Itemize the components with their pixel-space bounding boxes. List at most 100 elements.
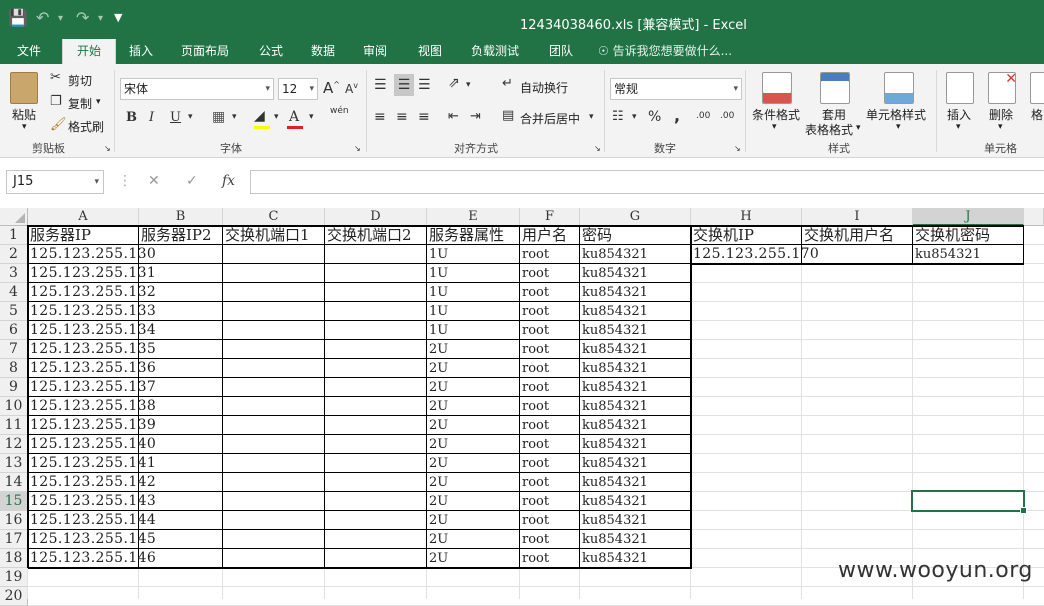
header-cell-D[interactable]: 交换机端口2 — [325, 226, 412, 245]
format-cells-icon[interactable] — [1030, 72, 1044, 104]
cell-server-attr[interactable]: 1U — [427, 264, 448, 283]
conditional-formatting-button[interactable]: 条件格式 — [752, 106, 800, 123]
column-header-A[interactable]: A — [28, 208, 139, 226]
cell-password[interactable]: ku854321 — [580, 264, 648, 283]
cell-password[interactable]: ku854321 — [580, 359, 648, 378]
decrease-decimal-button[interactable]: .00 — [720, 111, 734, 121]
cell-user[interactable]: root — [520, 435, 549, 454]
fill-color-icon[interactable]: ◢ — [254, 108, 265, 124]
row-header-17[interactable]: 17 — [0, 530, 28, 549]
cell-switch-ip[interactable]: 125.123.255.170 — [691, 245, 819, 264]
delete-cells-button[interactable]: 删除 — [989, 106, 1013, 123]
undo-icon[interactable]: ↶ — [36, 8, 49, 27]
insert-dropdown-icon[interactable]: ▾ — [956, 122, 961, 132]
borders-dropdown-icon[interactable]: ▾ — [232, 112, 237, 122]
merge-center-icon[interactable]: ▤ — [502, 108, 514, 123]
cell-server-attr[interactable]: 2U — [427, 340, 448, 359]
cell-server-ip[interactable]: 125.123.255.136 — [28, 359, 156, 378]
cell-server-attr[interactable]: 2U — [427, 435, 448, 454]
increase-decimal-button[interactable]: .00 — [696, 111, 710, 121]
tab-insert[interactable]: 插入 — [118, 39, 164, 64]
merge-dropdown-icon[interactable]: ▾ — [589, 112, 594, 122]
delete-dropdown-icon[interactable]: ▾ — [998, 122, 1003, 132]
cell-server-attr[interactable]: 1U — [427, 283, 448, 302]
delete-cells-icon[interactable]: ✕ — [988, 71, 1017, 104]
cell-server-attr[interactable]: 1U — [427, 321, 448, 340]
align-top-icon[interactable]: ☰ — [374, 77, 387, 93]
format-cells-button[interactable]: 格 — [1031, 106, 1043, 123]
formula-input[interactable] — [250, 170, 1044, 194]
align-left-icon[interactable]: ≡ — [374, 109, 386, 125]
percent-button[interactable]: % — [648, 109, 661, 125]
cell-user[interactable]: root — [520, 492, 549, 511]
decrease-indent-icon[interactable]: ⇤ — [448, 109, 459, 124]
cell-user[interactable]: root — [520, 264, 549, 283]
save-icon[interactable]: 💾 — [8, 8, 28, 27]
paste-dropdown-icon[interactable]: ▾ — [22, 122, 27, 132]
column-header-E[interactable]: E — [427, 208, 520, 226]
accounting-format-icon[interactable]: ☷ — [612, 109, 624, 124]
cell-user[interactable]: root — [520, 378, 549, 397]
header-cell-A[interactable]: 服务器IP — [28, 226, 91, 245]
cell-user[interactable]: root — [520, 397, 549, 416]
clipboard-launcher-icon[interactable]: ↘ — [104, 144, 111, 153]
select-all-corner[interactable] — [0, 208, 28, 226]
cell-server-ip[interactable]: 125.123.255.131 — [28, 264, 156, 283]
cell-user[interactable]: root — [520, 359, 549, 378]
cell-server-ip[interactable]: 125.123.255.134 — [28, 321, 156, 340]
column-header-D[interactable]: D — [325, 208, 427, 226]
cell-server-ip[interactable]: 125.123.255.133 — [28, 302, 156, 321]
underline-button[interactable]: U — [170, 110, 181, 125]
header-cell-E[interactable]: 服务器属性 — [427, 226, 504, 245]
shrink-font-icon[interactable]: Av — [345, 81, 358, 96]
header-cell-F[interactable]: 用户名 — [520, 226, 567, 245]
format-table-dropdown-icon[interactable]: ▾ — [856, 123, 861, 133]
increase-indent-icon[interactable]: ⇥ — [470, 109, 481, 124]
row-header-11[interactable]: 11 — [0, 416, 28, 435]
cell-server-ip[interactable]: 125.123.255.138 — [28, 397, 156, 416]
cell-user[interactable]: root — [520, 511, 549, 530]
orientation-icon[interactable]: ⇗ — [448, 75, 460, 91]
column-header-partial[interactable] — [1024, 208, 1044, 226]
cell-styles-button[interactable]: 单元格样式 — [866, 106, 926, 123]
cell-user[interactable]: root — [520, 454, 549, 473]
customize-qat-icon[interactable]: ▼ — [114, 11, 122, 24]
row-header-19[interactable]: 19 — [0, 568, 28, 587]
column-header-H[interactable]: H — [691, 208, 802, 226]
format-as-table-icon[interactable] — [820, 72, 850, 104]
insert-function-icon[interactable]: fx — [222, 173, 235, 189]
cell-password[interactable]: ku854321 — [580, 530, 648, 549]
alignment-launcher-icon[interactable]: ↘ — [594, 144, 601, 153]
cell-server-attr[interactable]: 2U — [427, 473, 448, 492]
cell-password[interactable]: ku854321 — [580, 245, 648, 264]
header-cell-J[interactable]: 交换机密码 — [913, 226, 990, 245]
cell-server-ip[interactable]: 125.123.255.135 — [28, 340, 156, 359]
number-launcher-icon[interactable]: ↘ — [734, 144, 741, 153]
column-header-J[interactable]: J — [913, 208, 1024, 226]
font-size-select[interactable]: 12 ▾ — [278, 78, 318, 100]
format-painter-button[interactable]: 格式刷 — [68, 118, 104, 135]
align-bottom-icon[interactable]: ☰ — [418, 77, 431, 93]
copy-dropdown-icon[interactable]: ▾ — [96, 97, 101, 107]
row-header-3[interactable]: 3 — [0, 264, 28, 283]
cut-button[interactable]: 剪切 — [68, 72, 92, 89]
cell-user[interactable]: root — [520, 302, 549, 321]
redo-icon[interactable]: ↷ — [76, 8, 89, 27]
header-cell-H[interactable]: 交换机IP — [691, 226, 754, 245]
wrap-text-icon[interactable]: ↵ — [502, 76, 513, 91]
tab-review[interactable]: 审阅 — [352, 39, 398, 64]
column-header-F[interactable]: F — [520, 208, 580, 226]
cell-server-attr[interactable]: 2U — [427, 397, 448, 416]
row-header-10[interactable]: 10 — [0, 397, 28, 416]
cell-password[interactable]: ku854321 — [580, 454, 648, 473]
cell-server-ip[interactable]: 125.123.255.139 — [28, 416, 156, 435]
row-header-14[interactable]: 14 — [0, 473, 28, 492]
row-header-16[interactable]: 16 — [0, 511, 28, 530]
cell-password[interactable]: ku854321 — [580, 511, 648, 530]
row-header-4[interactable]: 4 — [0, 283, 28, 302]
align-right-icon[interactable]: ≡ — [418, 109, 430, 125]
cell-server-attr[interactable]: 1U — [427, 302, 448, 321]
format-painter-icon[interactable]: 🖌 — [50, 117, 67, 132]
italic-button[interactable]: I — [149, 110, 154, 125]
borders-icon[interactable]: ▦ — [212, 109, 225, 125]
